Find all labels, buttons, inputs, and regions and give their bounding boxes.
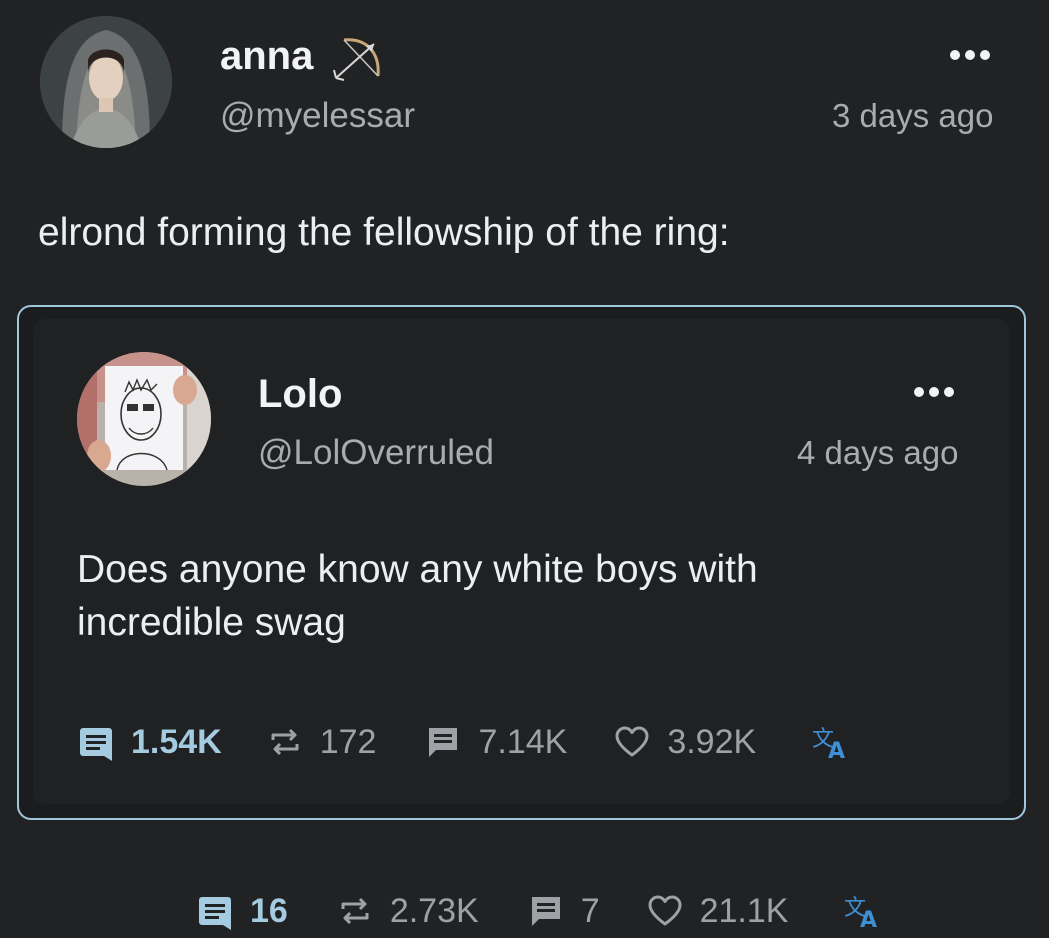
quoted-repost-count: 172 (319, 722, 377, 761)
quoted-quote-button[interactable]: 1.54K (77, 723, 222, 762)
translate-icon: 文 A (812, 727, 845, 762)
translate-button[interactable]: 文 A (842, 891, 882, 931)
quoted-quote-count: 1.54K (131, 722, 222, 761)
more-options-icon[interactable] (950, 50, 990, 60)
heart-icon (615, 726, 649, 757)
quote-icon (80, 728, 112, 761)
comment-icon (429, 728, 458, 757)
quoted-translate-button[interactable]: 文 A (810, 722, 850, 762)
quote-count: 16 (250, 891, 288, 930)
heart-icon (648, 895, 682, 926)
comment-icon (531, 897, 560, 926)
post-timestamp: 3 days ago (832, 97, 994, 134)
like-count: 21.1K (699, 891, 789, 930)
svg-text:A: A (860, 908, 877, 931)
comment-button[interactable]: 7 (527, 892, 600, 931)
quoted-post-text-line-1: Does anyone know any white boys with (77, 548, 758, 591)
like-button[interactable]: 21.1K (646, 891, 789, 931)
quoted-post-text-line-2: incredible swag (77, 601, 346, 644)
quoted-post-actions: 1.54K 172 7.14K 3.92K 文 A (77, 722, 850, 762)
quote-icon (199, 897, 231, 930)
repost-button[interactable]: 2.73K (336, 892, 479, 931)
author-name[interactable]: anna (220, 34, 313, 79)
quoted-comment-button[interactable]: 7.14K (424, 723, 567, 762)
author-avatar[interactable] (40, 16, 172, 148)
quote-button[interactable]: 16 (196, 892, 288, 931)
post-text: elrond forming the fellowship of the rin… (38, 211, 730, 254)
comment-count: 7 (580, 891, 600, 930)
quoted-post-timestamp: 4 days ago (797, 434, 959, 471)
svg-text:A: A (828, 739, 845, 762)
post: anna @myelessar 3 days ago elrond formin… (0, 0, 1049, 938)
translate-icon: 文 A (844, 896, 877, 931)
quoted-repost-button[interactable]: 172 (266, 722, 377, 762)
quoted-author-handle[interactable]: @LolOverruled (258, 433, 494, 473)
repost-count: 2.73K (389, 891, 479, 930)
quoted-more-options-icon[interactable] (914, 387, 954, 397)
quoted-author-avatar[interactable] (77, 352, 211, 486)
quoted-comment-count: 7.14K (478, 722, 568, 761)
repost-icon (341, 897, 369, 925)
bow-and-arrow-icon (333, 38, 380, 81)
post-actions: 16 2.73K 7 21.1K 文 A (196, 891, 882, 931)
quoted-author-name[interactable]: Lolo (258, 372, 342, 417)
repost-icon (271, 728, 299, 756)
quoted-like-button[interactable]: 3.92K (613, 723, 756, 762)
author-handle[interactable]: @myelessar (220, 96, 415, 136)
quoted-like-count: 3.92K (667, 722, 757, 761)
